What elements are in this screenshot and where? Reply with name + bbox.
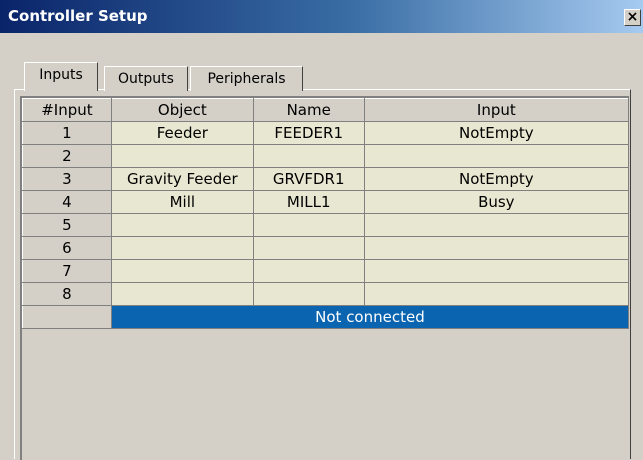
tab-label: Outputs (118, 71, 174, 87)
table-row[interactable]: 2 (22, 144, 630, 168)
name-cell[interactable] (252, 144, 365, 168)
window-title: Controller Setup (8, 7, 148, 25)
name-cell[interactable] (252, 213, 365, 237)
table-row[interactable]: 8 (22, 282, 630, 306)
table-row[interactable]: 7 (22, 259, 630, 283)
name-cell[interactable] (252, 236, 365, 260)
header-name[interactable]: Name (252, 98, 365, 122)
table-row[interactable]: 3 Gravity Feeder GRVFDR1 NotEmpty (22, 167, 630, 191)
row-number[interactable]: 5 (22, 213, 112, 237)
row-number[interactable]: 6 (22, 236, 112, 260)
input-cell[interactable] (363, 259, 630, 283)
input-cell[interactable] (363, 144, 630, 168)
name-cell[interactable]: MILL1 (252, 190, 365, 214)
tab-inputs[interactable]: Inputs (24, 62, 98, 91)
header-input-number[interactable]: #Input (22, 98, 112, 122)
header-object[interactable]: Object (110, 98, 254, 122)
row-number-blank (22, 305, 112, 329)
object-cell[interactable] (110, 282, 254, 306)
row-number[interactable]: 1 (22, 121, 112, 145)
input-cell[interactable] (363, 213, 630, 237)
name-cell[interactable]: GRVFDR1 (252, 167, 365, 191)
row-number[interactable]: 7 (22, 259, 112, 283)
row-number[interactable]: 3 (22, 167, 112, 191)
input-cell[interactable] (363, 282, 630, 306)
object-cell[interactable]: Feeder (110, 121, 254, 145)
object-cell[interactable] (110, 259, 254, 283)
tab-peripherals[interactable]: Peripherals (190, 66, 303, 91)
header-input[interactable]: Input (363, 98, 630, 122)
row-number[interactable]: 2 (22, 144, 112, 168)
input-cell[interactable]: NotEmpty (363, 167, 630, 191)
input-cell[interactable]: NotEmpty (363, 121, 630, 145)
table-row[interactable]: 4 Mill MILL1 Busy (22, 190, 630, 214)
tab-outputs[interactable]: Outputs (104, 66, 188, 91)
object-cell[interactable]: Gravity Feeder (110, 167, 254, 191)
close-icon[interactable]: × (624, 9, 641, 26)
row-number[interactable]: 4 (22, 190, 112, 214)
tab-label: Peripherals (207, 71, 286, 87)
connection-status: Not connected (110, 305, 630, 329)
table-row[interactable]: 5 (22, 213, 630, 237)
inputs-grid: #Input Object Name Input 1 Feeder FEEDER… (20, 96, 630, 460)
title-bar[interactable]: Controller Setup × (0, 0, 643, 33)
object-cell[interactable] (110, 236, 254, 260)
status-row: Not connected (22, 305, 630, 329)
name-cell[interactable] (252, 259, 365, 283)
inputs-table: #Input Object Name Input 1 Feeder FEEDER… (22, 98, 630, 329)
input-cell[interactable] (363, 236, 630, 260)
object-cell[interactable]: Mill (110, 190, 254, 214)
table-row[interactable]: 1 Feeder FEEDER1 NotEmpty (22, 121, 630, 145)
table-row[interactable]: 6 (22, 236, 630, 260)
name-cell[interactable]: FEEDER1 (252, 121, 365, 145)
input-cell[interactable]: Busy (363, 190, 630, 214)
controller-setup-window: Controller Setup × Inputs Outputs Periph… (0, 0, 643, 460)
name-cell[interactable] (252, 282, 365, 306)
table-header-row: #Input Object Name Input (22, 98, 630, 122)
object-cell[interactable] (110, 213, 254, 237)
object-cell[interactable] (110, 144, 254, 168)
row-number[interactable]: 8 (22, 282, 112, 306)
tab-label: Inputs (39, 67, 83, 83)
